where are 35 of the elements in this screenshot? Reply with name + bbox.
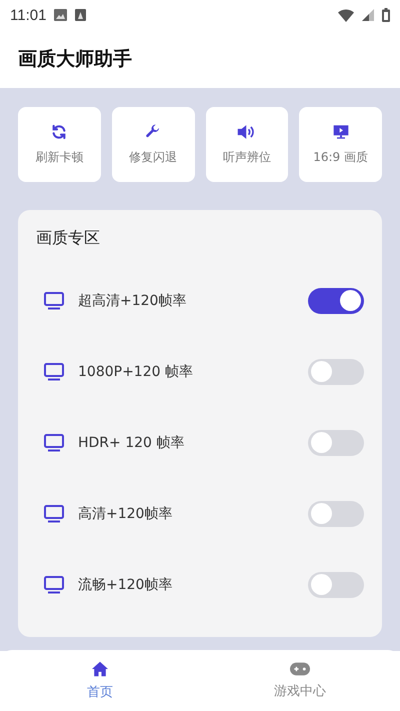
option-label: 高清+120帧率: [78, 504, 174, 522]
option-label: 流畅+120帧率: [78, 576, 174, 594]
gamepad-icon: [290, 662, 310, 676]
toggle-switch[interactable]: [308, 358, 364, 384]
quick-action-button[interactable]: 刷新卡顿: [18, 107, 101, 182]
nav-tab[interactable]: 首页: [0, 650, 200, 711]
notification-icon: [75, 9, 86, 21]
wifi-icon: [338, 8, 354, 22]
monitor-play-icon: [332, 124, 349, 140]
wrench-icon: [145, 124, 162, 140]
monitor-icon: [44, 362, 64, 380]
monitor-icon: [44, 576, 64, 594]
quick-action-button[interactable]: 修复闪退: [112, 107, 194, 182]
toggle-switch[interactable]: [308, 572, 364, 598]
monitor-icon: [44, 504, 64, 522]
battery-icon: [382, 8, 390, 22]
monitor-icon: [44, 434, 64, 452]
panel-title: 画质专区: [36, 228, 101, 249]
image-notification-icon: [54, 9, 68, 21]
signal-icon: [362, 9, 374, 21]
quick-action-button[interactable]: 16:9 画质: [299, 107, 382, 182]
option-label: 1080P+120 帧率: [78, 362, 194, 380]
home-icon: [91, 660, 109, 676]
app-title: 画质大师助手: [18, 47, 132, 72]
monitor-icon: [44, 292, 64, 310]
option-label: HDR+ 120 帧率: [78, 434, 186, 452]
toggle-switch[interactable]: [308, 288, 364, 314]
status-time: 11:01: [10, 6, 46, 24]
quick-action-button[interactable]: 听声辨位: [206, 107, 288, 182]
speaker-icon: [236, 124, 257, 140]
refresh-icon: [51, 124, 68, 140]
option-label: 超高清+120帧率: [78, 292, 188, 310]
nav-tab[interactable]: 游戏中心: [200, 650, 400, 711]
toggle-switch[interactable]: [308, 500, 364, 526]
toggle-switch[interactable]: [308, 430, 364, 456]
